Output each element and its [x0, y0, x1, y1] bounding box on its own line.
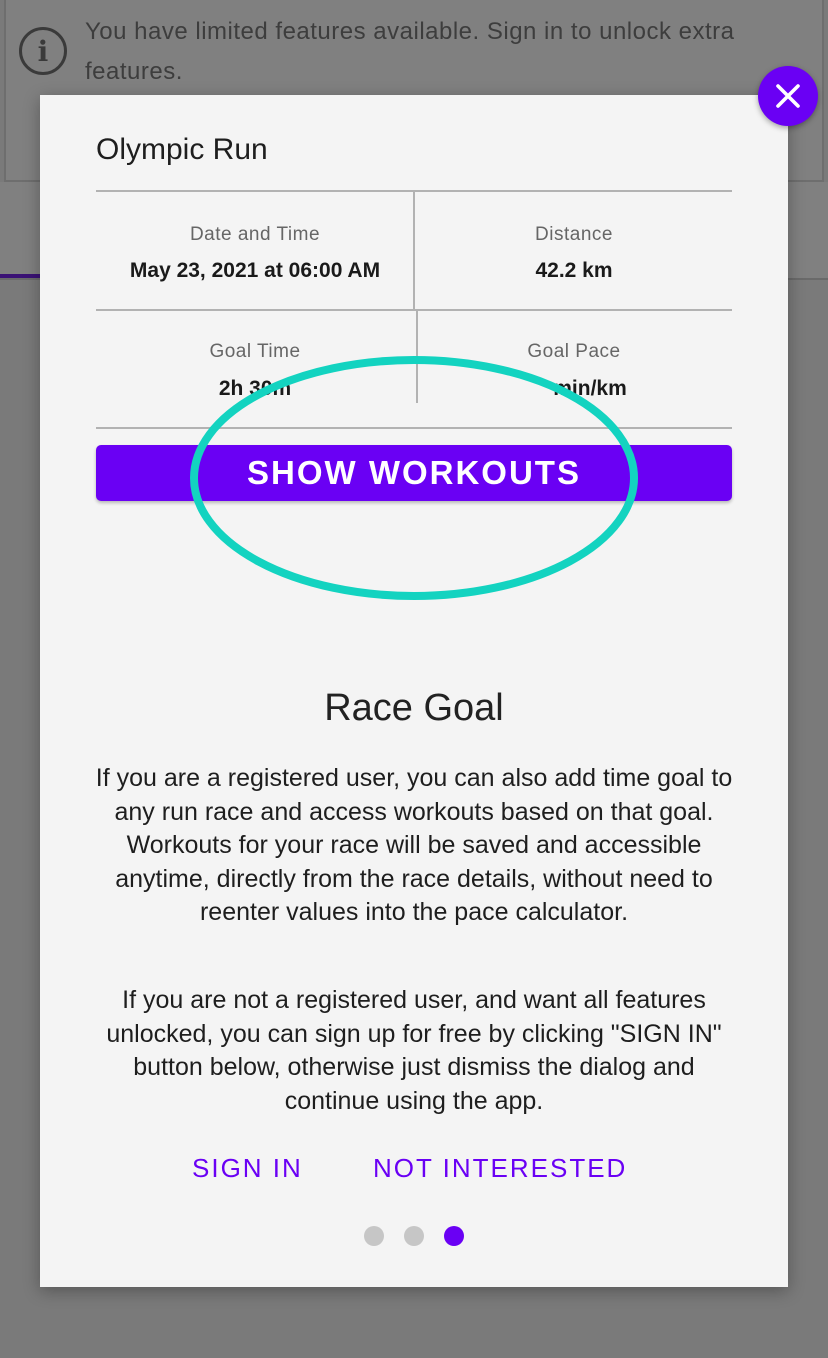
- info-icon: i: [19, 27, 67, 75]
- date-time-value: May 23, 2021 at 06:00 AM: [129, 259, 381, 282]
- pager-dot[interactable]: [404, 1226, 424, 1246]
- sign-in-button[interactable]: SIGN IN: [192, 1153, 303, 1184]
- not-interested-button[interactable]: NOT INTERESTED: [373, 1153, 627, 1184]
- banner-text: You have limited features available. Sig…: [85, 18, 735, 85]
- dialog-title: Race Goal: [324, 687, 504, 729]
- description-paragraph-1: If you are a registered user, you can al…: [95, 764, 733, 927]
- date-time-label: Date and Time: [189, 224, 321, 245]
- close-icon: [776, 84, 800, 108]
- close-button[interactable]: [758, 66, 818, 126]
- distance-value: 42.2 km: [535, 259, 613, 282]
- background-tab-indicator: [0, 274, 40, 278]
- grid-divider: [96, 309, 732, 311]
- description-paragraph-2: If you are not a registered user, and wa…: [106, 986, 722, 1115]
- pager-dot-active[interactable]: [444, 1226, 464, 1246]
- race-goal-dialog: Olympic Run Date and Time May 23, 2021 a…: [40, 95, 788, 1287]
- grid-divider: [413, 192, 415, 309]
- highlight-ellipse: [190, 356, 638, 600]
- pager-dot[interactable]: [364, 1226, 384, 1246]
- race-title: Olympic Run: [96, 133, 268, 166]
- distance-label: Distance: [535, 224, 613, 245]
